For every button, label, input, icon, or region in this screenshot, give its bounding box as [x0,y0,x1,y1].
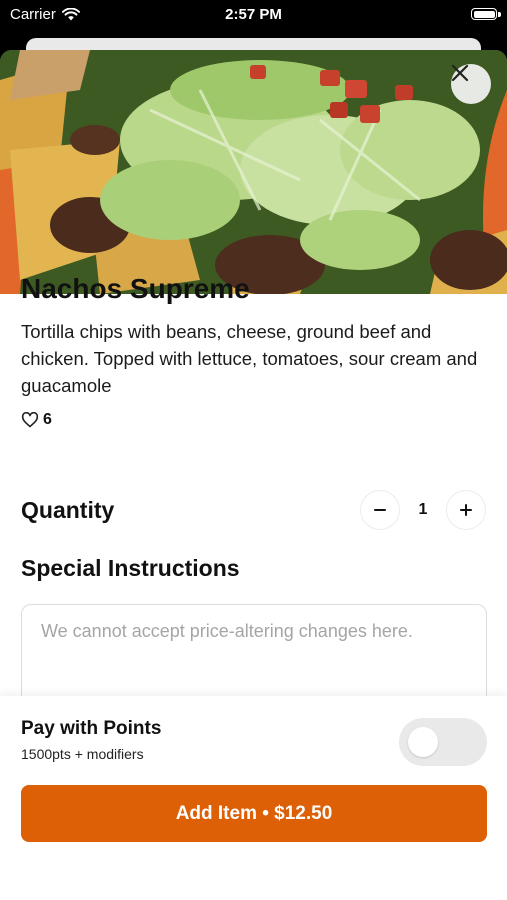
add-item-button[interactable]: Add Item • $12.50 [21,785,487,842]
quantity-value: 1 [418,501,428,518]
item-info: Nachos Supreme Tortilla chips with beans… [21,272,486,429]
decrement-button[interactable] [360,490,400,530]
item-photo [0,50,507,294]
status-bar: Carrier 2:57 PM [0,0,507,30]
item-title: Nachos Supreme [21,273,250,304]
battery-tip [498,12,501,17]
like-count: 6 [43,410,52,428]
plus-icon [460,504,472,516]
item-description: Tortilla chips with beans, cheese, groun… [21,320,478,396]
quantity-stepper: 1 [360,490,486,530]
instructions-placeholder: We cannot accept price-altering changes … [41,621,413,641]
toggle-knob [408,727,438,757]
pay-with-points-row: Pay with Points 1500pts + modifiers [21,718,487,768]
heart-icon [21,411,39,427]
minus-icon [374,509,386,511]
quantity-row: Quantity 1 [21,488,486,532]
nachos-illustration [0,50,507,294]
battery-icon [471,8,497,20]
status-time: 2:57 PM [225,6,282,23]
close-button[interactable] [451,64,491,104]
bottom-panel: Pay with Points 1500pts + modifiers Add … [0,696,507,850]
points-toggle[interactable] [399,718,487,766]
like-button[interactable]: 6 [21,411,486,429]
quantity-label: Quantity [21,496,115,523]
close-icon [451,64,469,82]
special-instructions-label: Special Instructions [21,555,240,581]
increment-button[interactable] [446,490,486,530]
